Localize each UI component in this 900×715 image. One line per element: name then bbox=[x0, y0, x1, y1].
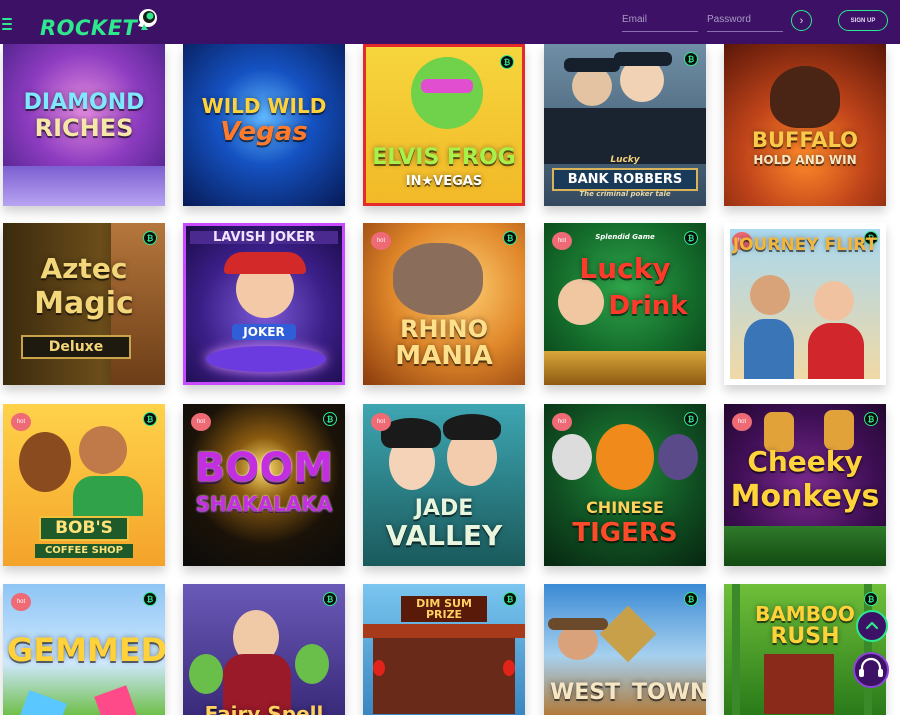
game-title: MANIA bbox=[395, 341, 493, 371]
scroll-to-top-button[interactable] bbox=[856, 610, 888, 642]
game-tile-aztec-magic-deluxe[interactable]: ₿ Aztec Magic Deluxe bbox=[3, 223, 165, 385]
hot-badge: hot bbox=[732, 413, 752, 431]
game-title: IN★VEGAS bbox=[405, 174, 483, 189]
game-title: Aztec bbox=[40, 252, 128, 285]
game-tile-diamond-riches[interactable]: DIAMOND RICHES bbox=[3, 44, 165, 206]
game-title: WILD WILD bbox=[201, 94, 327, 118]
game-tile-west-town[interactable]: ₿ WEST TOWN bbox=[544, 584, 706, 715]
game-tile-bobs-coffee-shop[interactable]: hot ₿ BOB'S COFFEE SHOP bbox=[3, 404, 165, 566]
hot-badge: hot bbox=[11, 593, 31, 611]
crypto-badge: ₿ bbox=[684, 52, 698, 66]
game-title: JOURNEY FLIRT bbox=[732, 235, 878, 255]
game-tile-elvis-frog[interactable]: ₿ ELVIS FROG IN★VEGAS bbox=[363, 44, 525, 206]
chevron-up-icon bbox=[865, 621, 879, 630]
crypto-badge: ₿ bbox=[323, 592, 337, 606]
game-title: BOOM bbox=[194, 445, 334, 491]
game-tile-lucky-bank-robbers[interactable]: ₿ Lucky BANK ROBBERS The criminal poker … bbox=[544, 44, 706, 206]
game-tile-fairy-spell[interactable]: ₿ Fairy Spell bbox=[183, 584, 345, 715]
game-title: CHINESE bbox=[586, 498, 664, 517]
hot-badge: hot bbox=[191, 413, 211, 431]
crypto-badge: ₿ bbox=[143, 592, 157, 606]
game-title: TIGERS bbox=[572, 518, 678, 548]
chevron-right-icon: › bbox=[799, 14, 804, 27]
game-title: WEST bbox=[550, 680, 621, 705]
game-tile-cheeky-monkeys[interactable]: hot ₿ Cheeky Monkeys bbox=[724, 404, 886, 566]
live-support-button[interactable] bbox=[850, 650, 892, 690]
logo-text: ROCKET bbox=[40, 16, 138, 40]
hot-badge: hot bbox=[552, 413, 572, 431]
crypto-badge: ₿ bbox=[503, 592, 517, 606]
game-title: Cheeky bbox=[747, 445, 863, 478]
rocket-logo[interactable]: ROCKET bbox=[40, 8, 165, 40]
game-title: PRIZE bbox=[401, 609, 487, 622]
game-title: ELVIS FROG bbox=[372, 145, 516, 170]
game-tile-lucky-drink[interactable]: hot ₿ Splendid Game Lucky Drink bbox=[544, 223, 706, 385]
game-title: HOLD AND WIN bbox=[753, 153, 857, 167]
game-title: SHAKALAKA bbox=[195, 492, 333, 516]
game-title: VALLEY bbox=[385, 519, 503, 552]
login-submit-button[interactable]: › bbox=[791, 10, 812, 31]
game-title: COFFEE SHOP bbox=[35, 544, 133, 558]
crypto-badge: ₿ bbox=[864, 412, 878, 426]
game-title: RHINO bbox=[400, 315, 488, 343]
crypto-badge: ₿ bbox=[323, 412, 337, 426]
top-header: ROCKET › SIGN UP bbox=[0, 0, 900, 44]
crypto-badge: ₿ bbox=[684, 592, 698, 606]
game-tile-journey-flirt[interactable]: hot ₿ JOURNEY FLIRT bbox=[724, 223, 886, 385]
email-input[interactable] bbox=[622, 8, 698, 30]
headset-support-icon bbox=[853, 652, 889, 688]
game-tile-rhino-mania[interactable]: hot ₿ RHINO MANIA bbox=[363, 223, 525, 385]
game-title: LAVISH JOKER bbox=[190, 231, 338, 244]
password-field-wrap bbox=[707, 8, 783, 32]
hot-badge: hot bbox=[11, 413, 31, 431]
game-title: GEMMED! bbox=[7, 631, 165, 669]
game-tile-lavish-joker[interactable]: LAVISH JOKER JOKER bbox=[183, 223, 345, 385]
game-subtitle: Splendid Game bbox=[595, 233, 655, 241]
game-title: Deluxe bbox=[21, 335, 131, 359]
game-tile-dim-sum-prize[interactable]: ₿ DIM SUM PRIZE bbox=[363, 584, 525, 715]
game-title: DIAMOND bbox=[23, 90, 145, 115]
crypto-badge: ₿ bbox=[143, 412, 157, 426]
game-title: Lucky bbox=[579, 252, 671, 285]
game-tile-boom-shakalaka[interactable]: hot ₿ BOOM SHAKALAKA bbox=[183, 404, 345, 566]
hot-badge: hot bbox=[371, 232, 391, 250]
game-title: Fairy Spell bbox=[204, 702, 324, 715]
game-title: TOWN bbox=[632, 680, 706, 705]
game-subtitle: The criminal poker tale bbox=[579, 190, 671, 198]
game-tile-wild-wild-vegas[interactable]: WILD WILD Vegas bbox=[183, 44, 345, 206]
game-title: Vegas bbox=[220, 117, 308, 147]
game-title: Magic bbox=[34, 286, 134, 321]
game-title: Monkeys bbox=[730, 479, 880, 514]
password-input[interactable] bbox=[707, 8, 783, 30]
game-tile-gemmed[interactable]: hot ₿ GEMMED! bbox=[3, 584, 165, 715]
game-title: RICHES bbox=[34, 114, 134, 142]
hamburger-menu-icon[interactable] bbox=[2, 18, 12, 30]
game-title: BUFFALO bbox=[751, 128, 859, 152]
crypto-badge: ₿ bbox=[500, 55, 514, 69]
game-title: Lucky bbox=[610, 155, 640, 165]
game-title: JOKER bbox=[232, 324, 296, 340]
crypto-badge: ₿ bbox=[503, 231, 517, 245]
game-title: BOB'S bbox=[39, 516, 129, 541]
sign-up-button[interactable]: SIGN UP bbox=[838, 10, 888, 31]
email-field-wrap bbox=[622, 8, 698, 32]
game-tile-chinese-tigers[interactable]: hot ₿ CHINESE TIGERS bbox=[544, 404, 706, 566]
hot-badge: hot bbox=[371, 413, 391, 431]
game-title: Drink bbox=[608, 291, 688, 321]
game-tile-buffalo-hold-and-win[interactable]: BUFFALO HOLD AND WIN bbox=[724, 44, 886, 206]
rocket-mascot-icon bbox=[138, 9, 157, 30]
crypto-badge: ₿ bbox=[143, 231, 157, 245]
crypto-badge: ₿ bbox=[684, 412, 698, 426]
game-title: BANK ROBBERS bbox=[552, 168, 698, 191]
game-tile-jade-valley[interactable]: hot JADE VALLEY bbox=[363, 404, 525, 566]
game-title: JADE bbox=[414, 496, 474, 521]
